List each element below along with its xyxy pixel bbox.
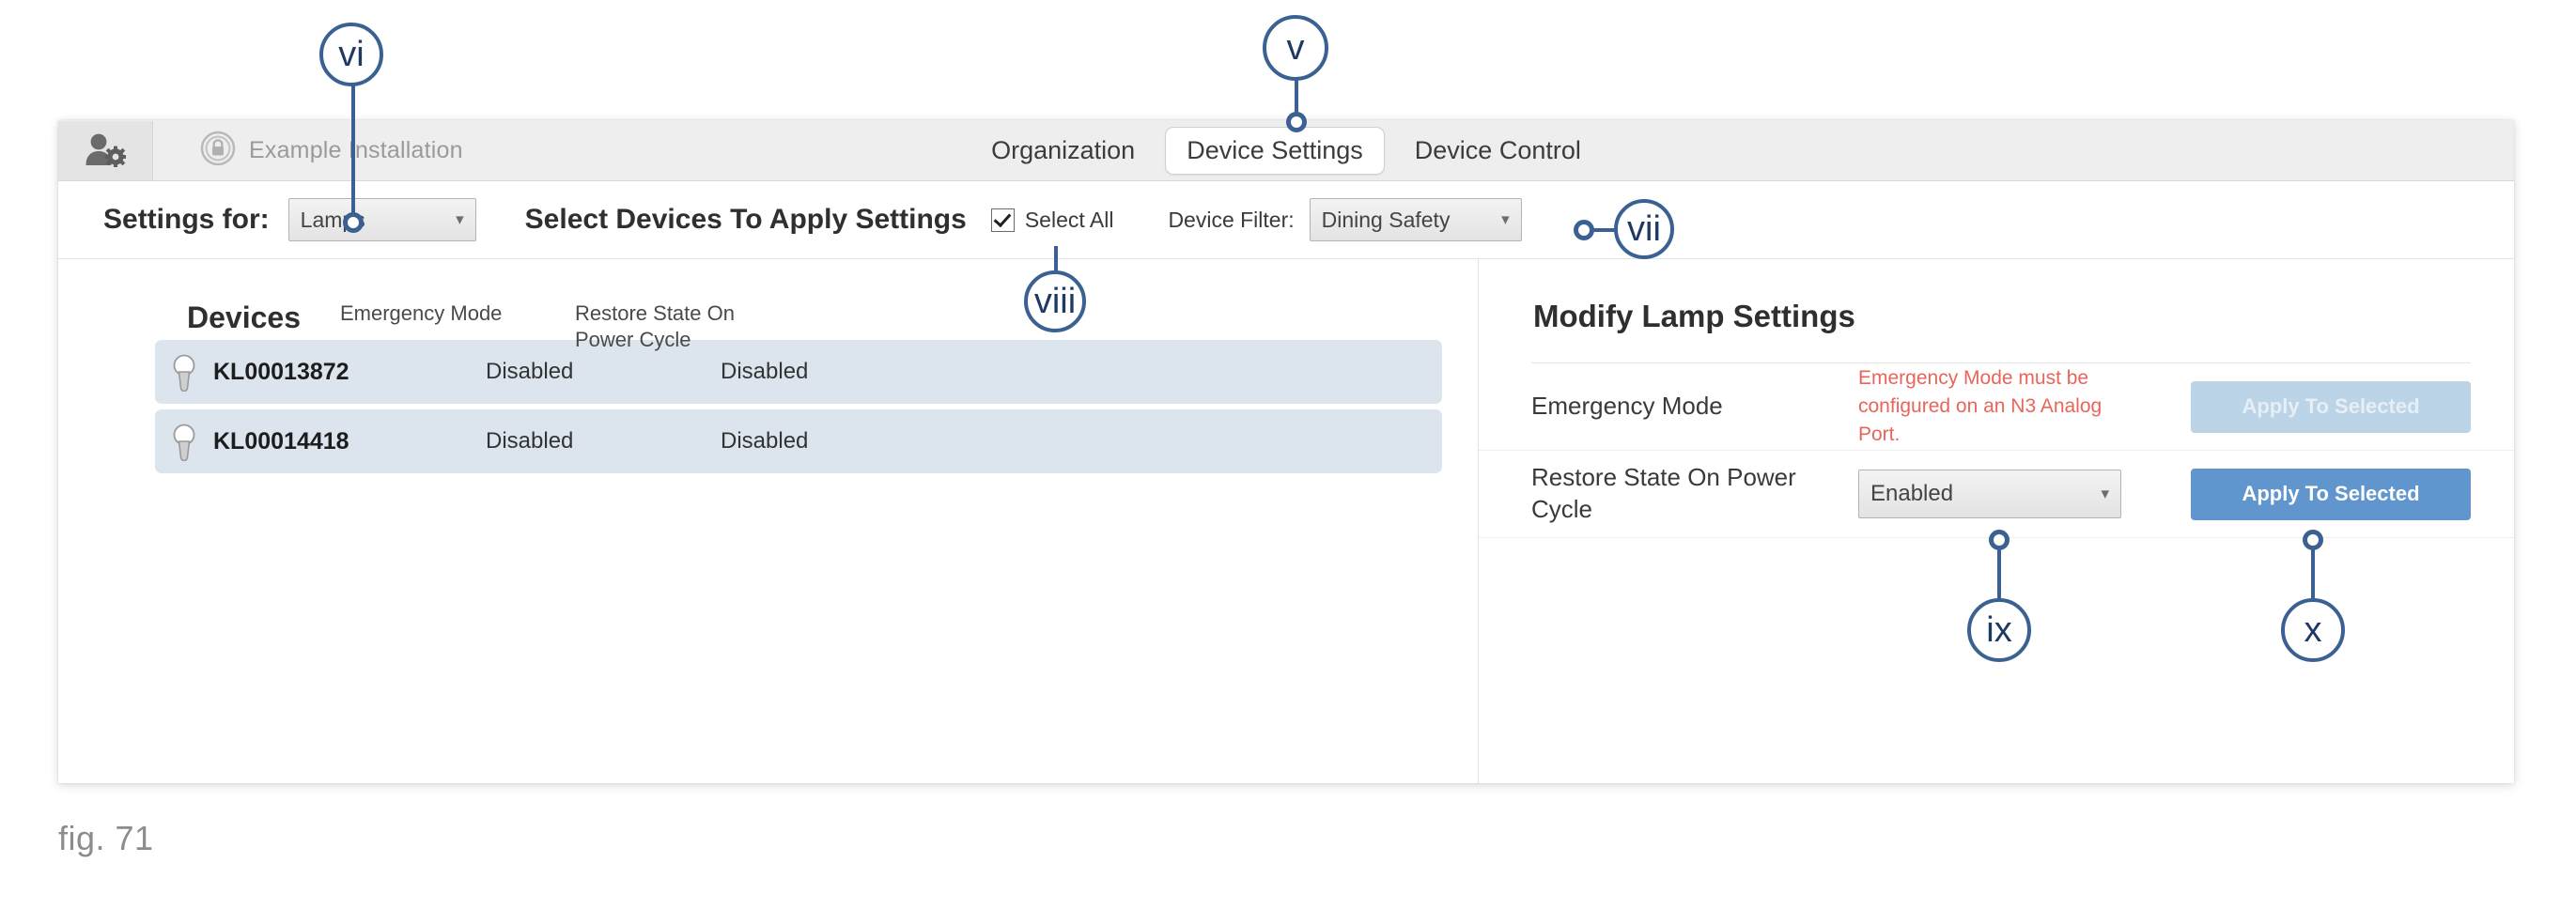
devices-table-header: Devices Emergency Mode Restore State On … <box>58 259 1478 351</box>
top-bar: Example Installation Organization Device… <box>58 120 2514 181</box>
settings-for-label: Settings for: <box>103 204 270 235</box>
table-row[interactable]: KL00014418 Disabled Disabled <box>155 409 1442 473</box>
installation-name: Example Installation <box>249 136 463 163</box>
device-emergency-mode: Disabled <box>486 359 574 384</box>
apply-to-selected-restore-button[interactable]: Apply To Selected <box>2191 468 2471 520</box>
installation-block[interactable]: Example Installation <box>153 131 463 171</box>
restore-state-select[interactable]: Enabled ▾ <box>1858 470 2121 518</box>
device-restore-state: Disabled <box>721 359 809 384</box>
lightbulb-icon <box>155 352 213 392</box>
select-all-group[interactable]: Select All <box>990 207 1114 233</box>
tab-device-settings[interactable]: Device Settings <box>1165 126 1385 175</box>
device-emergency-mode: Disabled <box>486 428 574 454</box>
modify-panel-title: Modify Lamp Settings <box>1533 299 1855 333</box>
person-gear-icon <box>85 133 126 167</box>
restore-state-value: Enabled <box>1870 481 1954 506</box>
column-header-restore-line2: Power Cycle <box>575 327 691 351</box>
tab-organization[interactable]: Organization <box>970 128 1156 174</box>
figure-caption: fig. 71 <box>58 819 154 857</box>
apply-to-selected-emergency-button[interactable]: Apply To Selected <box>2191 380 2471 433</box>
device-filter-label: Device Filter: <box>1168 207 1295 232</box>
padlock-circle-icon <box>200 131 236 171</box>
emergency-mode-control: Emergency Mode must be configured on an … <box>1858 364 2149 448</box>
settings-for-value: Lamps <box>300 207 365 232</box>
leader-line <box>1295 75 1298 122</box>
restore-state-control: Enabled ▾ <box>1858 470 2149 518</box>
restore-state-label: Restore State On Power Cycle <box>1531 463 1796 523</box>
chevron-down-icon: ▾ <box>2101 485 2109 502</box>
column-header-devices: Devices <box>187 300 301 334</box>
user-settings-button[interactable] <box>58 120 153 180</box>
panel-body: Devices Emergency Mode Restore State On … <box>58 259 2514 783</box>
settings-bar: Settings for: Lamps ▾ Select Devices To … <box>58 181 2514 259</box>
callout-label: vi <box>319 23 383 86</box>
devices-panel: Devices Emergency Mode Restore State On … <box>58 259 1479 783</box>
chevron-down-icon: ▾ <box>1501 210 1510 228</box>
device-name: KL00013872 <box>213 358 349 385</box>
device-filter-value: Dining Safety <box>1321 207 1451 232</box>
device-restore-state: Disabled <box>721 428 809 454</box>
emergency-mode-row: Emergency Mode Emergency Mode must be co… <box>1479 363 2514 451</box>
restore-state-row: Restore State On Power Cycle Enabled ▾ A… <box>1479 451 2514 538</box>
emergency-mode-warning: Emergency Mode must be configured on an … <box>1858 367 2103 445</box>
column-header-restore-state: Restore State On Power Cycle <box>575 300 857 352</box>
lightbulb-icon <box>155 422 213 461</box>
select-all-checkbox[interactable] <box>990 208 1015 232</box>
select-all-label: Select All <box>1024 207 1114 232</box>
emergency-mode-label: Emergency Mode <box>1531 392 1723 421</box>
chevron-down-icon: ▾ <box>456 210 464 228</box>
select-devices-title: Select Devices To Apply Settings <box>524 204 967 235</box>
settings-for-select[interactable]: Lamps ▾ <box>287 198 476 241</box>
device-name: KL00014418 <box>213 427 349 454</box>
tab-device-control[interactable]: Device Control <box>1394 128 1602 174</box>
application-window: Example Installation Organization Device… <box>58 120 2514 783</box>
callout-label: v <box>1263 15 1328 81</box>
device-filter-select[interactable]: Dining Safety ▾ <box>1309 198 1522 241</box>
column-header-restore-line1: Restore State On <box>575 301 735 325</box>
modify-panel: Modify Lamp Settings Emergency Mode Emer… <box>1479 259 2514 783</box>
column-header-emergency-mode: Emergency Mode <box>340 301 503 325</box>
